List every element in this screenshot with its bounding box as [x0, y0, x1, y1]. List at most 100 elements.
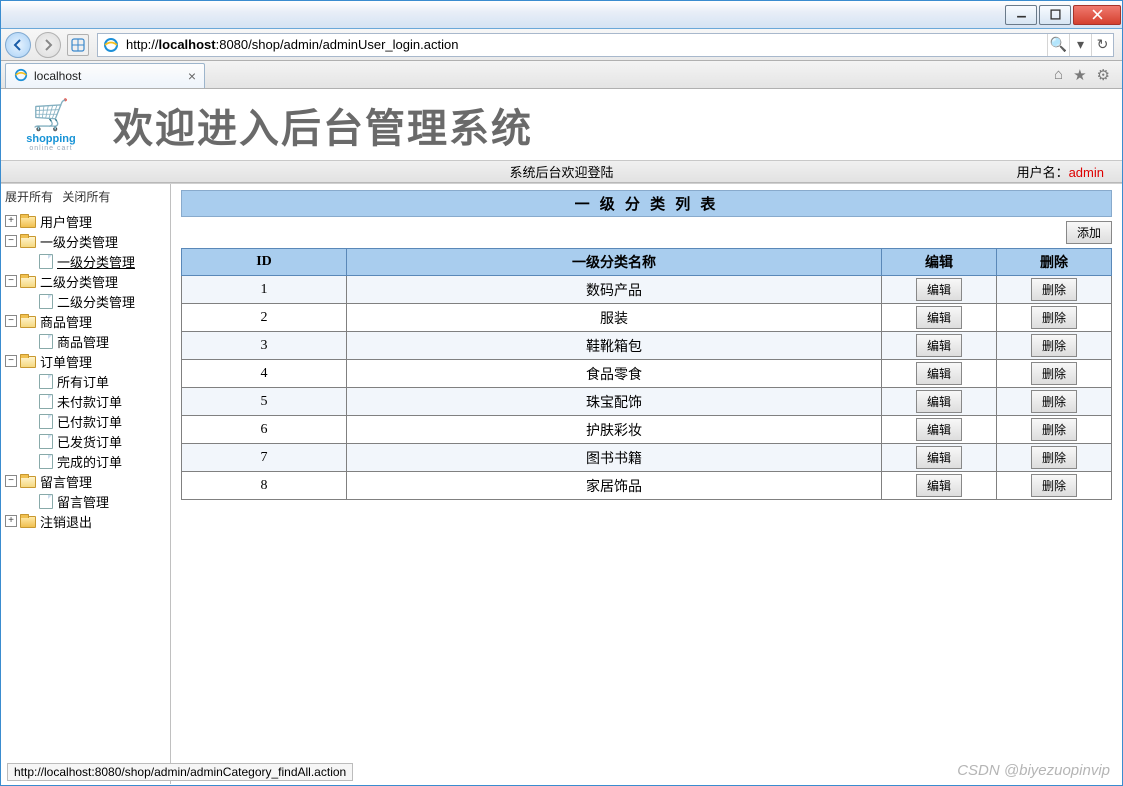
tree-label: 注销退出: [40, 512, 92, 531]
tree-node-child[interactable]: 已发货订单: [5, 431, 166, 451]
tree-node-child[interactable]: 二级分类管理: [5, 291, 166, 311]
delete-button[interactable]: 删除: [1031, 362, 1077, 385]
tab-bar: localhost × ⌂ ★ ⚙: [1, 61, 1122, 89]
window-maximize-button[interactable]: [1039, 5, 1071, 25]
category-table: ID 一级分类名称 编辑 删除 1数码产品编辑删除2服装编辑删除3鞋靴箱包编辑删…: [181, 248, 1112, 500]
toggle-icon[interactable]: +: [5, 515, 17, 527]
delete-button[interactable]: 删除: [1031, 278, 1077, 301]
tools-icon[interactable]: ⚙: [1097, 66, 1110, 84]
window-titlebar: [1, 1, 1122, 29]
page-icon: [39, 454, 53, 469]
toggle-icon[interactable]: −: [5, 355, 17, 367]
back-button[interactable]: [5, 32, 31, 58]
tree-node-child[interactable]: 完成的订单: [5, 451, 166, 471]
cell-id: 3: [182, 332, 347, 360]
delete-button[interactable]: 删除: [1031, 418, 1077, 441]
header-edit: 编辑: [882, 249, 997, 276]
toggle-icon[interactable]: −: [5, 275, 17, 287]
ie-icon: [14, 68, 28, 85]
tree-label: 商品管理: [40, 312, 92, 331]
expand-all-link[interactable]: 展开所有: [5, 190, 53, 204]
cell-name: 数码产品: [347, 276, 882, 304]
tree-node-child[interactable]: 所有订单: [5, 371, 166, 391]
folder-icon: [20, 474, 36, 488]
tab-close-button[interactable]: ×: [188, 68, 196, 84]
tree-node[interactable]: + 注销退出: [5, 511, 166, 531]
cell-name: 食品零食: [347, 360, 882, 388]
cell-name: 护肤彩妆: [347, 416, 882, 444]
header-delete: 删除: [997, 249, 1112, 276]
table-row: 1数码产品 编辑 删除: [182, 276, 1112, 304]
edit-button[interactable]: 编辑: [916, 446, 962, 469]
tree-label: 二级分类管理: [40, 272, 118, 291]
tree-node-child[interactable]: 已付款订单: [5, 411, 166, 431]
tree-label: 完成的订单: [57, 452, 122, 471]
folder-icon: [20, 234, 36, 248]
user-label: 用户名：: [1017, 165, 1069, 180]
folder-icon: [20, 214, 36, 228]
refresh-button[interactable]: ↻: [1091, 34, 1113, 56]
username: admin: [1069, 165, 1104, 180]
edit-button[interactable]: 编辑: [916, 278, 962, 301]
add-button[interactable]: 添加: [1066, 221, 1112, 244]
forward-button[interactable]: [35, 32, 61, 58]
edit-button[interactable]: 编辑: [916, 362, 962, 385]
toggle-icon[interactable]: −: [5, 475, 17, 487]
tree-node[interactable]: −订单管理: [5, 351, 166, 371]
sidebar: 展开所有 关闭所有 + 用户管理 − 一级分类管理一级分类管理 − 二级分类管理二级分类管…: [1, 184, 171, 784]
tree-label: 用户管理: [40, 212, 92, 231]
tree-node[interactable]: − 一级分类管理: [5, 231, 166, 251]
dropdown-chevron-icon[interactable]: ▾: [1069, 34, 1091, 56]
tree-node[interactable]: + 用户管理: [5, 211, 166, 231]
edit-button[interactable]: 编辑: [916, 334, 962, 357]
edit-button[interactable]: 编辑: [916, 306, 962, 329]
edit-button[interactable]: 编辑: [916, 390, 962, 413]
search-dropdown-icon[interactable]: 🔍: [1047, 34, 1069, 56]
tree-node-child[interactable]: 一级分类管理: [5, 251, 166, 271]
tree-node[interactable]: − 商品管理: [5, 311, 166, 331]
header-name: 一级分类名称: [347, 249, 882, 276]
ie-icon: [101, 35, 121, 55]
cell-id: 5: [182, 388, 347, 416]
browser-navbar: http://localhost:8080/shop/admin/adminUs…: [1, 29, 1122, 61]
tree-node-child[interactable]: 未付款订单: [5, 391, 166, 411]
tree-node[interactable]: −留言管理: [5, 471, 166, 491]
tree-label: 所有订单: [57, 372, 109, 391]
page-icon: [39, 254, 53, 269]
page-icon: [39, 494, 53, 509]
folder-icon: [20, 514, 36, 528]
favorites-icon[interactable]: ★: [1073, 66, 1086, 84]
home-icon[interactable]: ⌂: [1054, 66, 1063, 84]
info-bar: 系统后台欢迎登陆 用户名：admin: [1, 161, 1122, 183]
delete-button[interactable]: 删除: [1031, 446, 1077, 469]
delete-button[interactable]: 删除: [1031, 334, 1077, 357]
tree-node-child[interactable]: 商品管理: [5, 331, 166, 351]
toggle-icon[interactable]: −: [5, 315, 17, 327]
table-row: 7图书书籍编辑删除: [182, 444, 1112, 472]
window-close-button[interactable]: [1073, 5, 1121, 25]
cell-id: 2: [182, 304, 347, 332]
page-icon: [39, 394, 53, 409]
tree-node-child[interactable]: 留言管理: [5, 491, 166, 511]
logo: 🛒 shopping online cart: [11, 98, 91, 152]
delete-button[interactable]: 删除: [1031, 306, 1077, 329]
edit-button[interactable]: 编辑: [916, 418, 962, 441]
page-icon: [39, 434, 53, 449]
delete-button[interactable]: 删除: [1031, 390, 1077, 413]
table-row: 8家居饰品编辑删除: [182, 472, 1112, 500]
toggle-icon[interactable]: +: [5, 215, 17, 227]
browser-tab[interactable]: localhost ×: [5, 63, 205, 88]
compat-view-button[interactable]: [67, 34, 89, 56]
edit-button[interactable]: 编辑: [916, 474, 962, 497]
tree-node[interactable]: − 二级分类管理: [5, 271, 166, 291]
delete-button[interactable]: 删除: [1031, 474, 1077, 497]
cell-name: 家居饰品: [347, 472, 882, 500]
tree-label: 一级分类管理: [40, 232, 118, 251]
address-bar[interactable]: http://localhost:8080/shop/admin/adminUs…: [124, 37, 1047, 52]
window-minimize-button[interactable]: [1005, 5, 1037, 25]
cell-name: 鞋靴箱包: [347, 332, 882, 360]
cell-id: 1: [182, 276, 347, 304]
main-panel: 一 级 分 类 列 表 添加 ID 一级分类名称 编辑 删除 1数码产品编辑删除…: [171, 184, 1122, 784]
collapse-all-link[interactable]: 关闭所有: [62, 190, 110, 204]
toggle-icon[interactable]: −: [5, 235, 17, 247]
